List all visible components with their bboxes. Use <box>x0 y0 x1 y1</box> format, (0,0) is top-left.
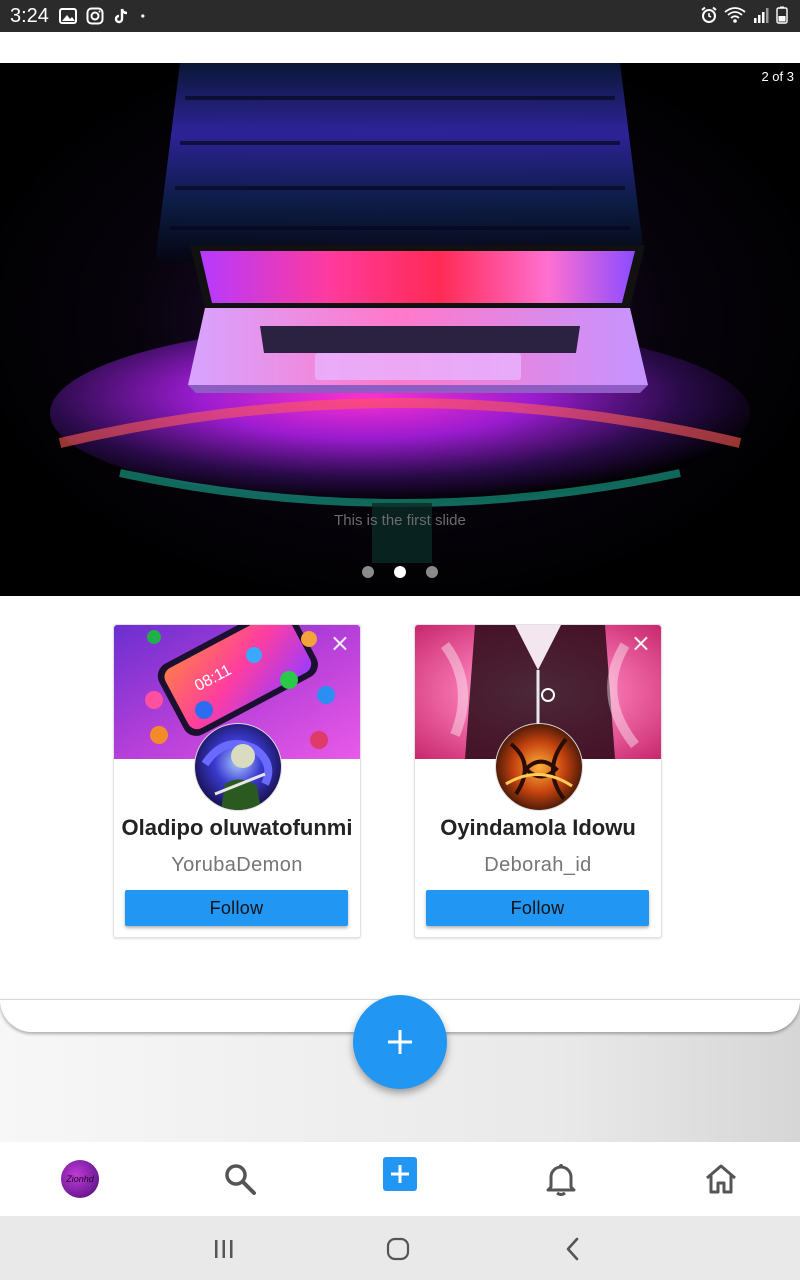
avatar[interactable] <box>194 723 282 811</box>
tiktok-icon <box>114 8 127 24</box>
gallery-icon <box>58 8 77 24</box>
recents-button[interactable] <box>209 1234 239 1264</box>
back-button[interactable] <box>558 1234 588 1264</box>
carousel-dot[interactable] <box>362 566 374 578</box>
avatar[interactable] <box>495 723 583 811</box>
status-bar: 3:24 <box>0 0 800 32</box>
carousel-indicators <box>0 566 800 578</box>
recents-icon <box>215 1240 233 1258</box>
instagram-icon <box>86 7 104 25</box>
carousel-dot[interactable] <box>426 566 438 578</box>
avatar-text: Zionhd <box>66 1174 94 1184</box>
image-carousel[interactable]: 2 of 3 This is the first slide <box>0 63 800 596</box>
dot-icon <box>141 14 145 18</box>
nav-search[interactable] <box>200 1142 280 1216</box>
add-square-icon <box>383 1157 417 1191</box>
suggestion-card: 08:11 × Oladipo oluwatofunmi YorubaDemon… <box>113 624 361 938</box>
nav-profile[interactable]: Zionhd <box>40 1142 120 1216</box>
user-handle: YorubaDemon <box>171 854 303 876</box>
close-icon[interactable]: × <box>330 631 350 655</box>
home-icon <box>706 1164 736 1194</box>
system-home-button[interactable] <box>383 1234 413 1264</box>
carousel-caption: This is the first slide <box>334 512 466 529</box>
suggestion-card: × Oyindamola Idowu Deborah_id Follow <box>414 624 662 938</box>
plus-icon <box>388 1030 412 1054</box>
create-post-fab[interactable] <box>353 995 447 1089</box>
user-full-name: Oyindamola Idowu <box>440 815 636 840</box>
nav-notifications[interactable] <box>521 1142 601 1216</box>
wifi-icon <box>724 7 746 23</box>
close-icon[interactable]: × <box>631 631 651 655</box>
user-handle: Deborah_id <box>484 854 592 876</box>
status-right-icons <box>700 6 788 24</box>
user-full-name: Oladipo oluwatofunmi <box>121 815 353 840</box>
battery-icon <box>776 6 788 24</box>
carousel-counter: 2 of 3 <box>761 69 794 84</box>
home-circle-icon <box>386 1237 410 1261</box>
nav-home[interactable] <box>681 1142 761 1216</box>
alarm-icon <box>701 6 717 23</box>
profile-avatar: Zionhd <box>61 1160 99 1198</box>
status-left-icons <box>58 7 150 25</box>
nav-add[interactable] <box>360 1142 440 1216</box>
follow-button[interactable]: Follow <box>426 890 649 926</box>
carousel-dot-active[interactable] <box>394 566 406 578</box>
status-time: 3:24 <box>10 4 49 27</box>
bottom-navigation: Zionhd <box>0 1142 800 1216</box>
bell-icon <box>546 1164 576 1196</box>
signal-icon <box>754 8 769 23</box>
search-icon <box>225 1164 256 1195</box>
back-icon <box>566 1237 579 1261</box>
follow-button[interactable]: Follow <box>125 890 348 926</box>
system-navigation-bar <box>0 1216 800 1280</box>
